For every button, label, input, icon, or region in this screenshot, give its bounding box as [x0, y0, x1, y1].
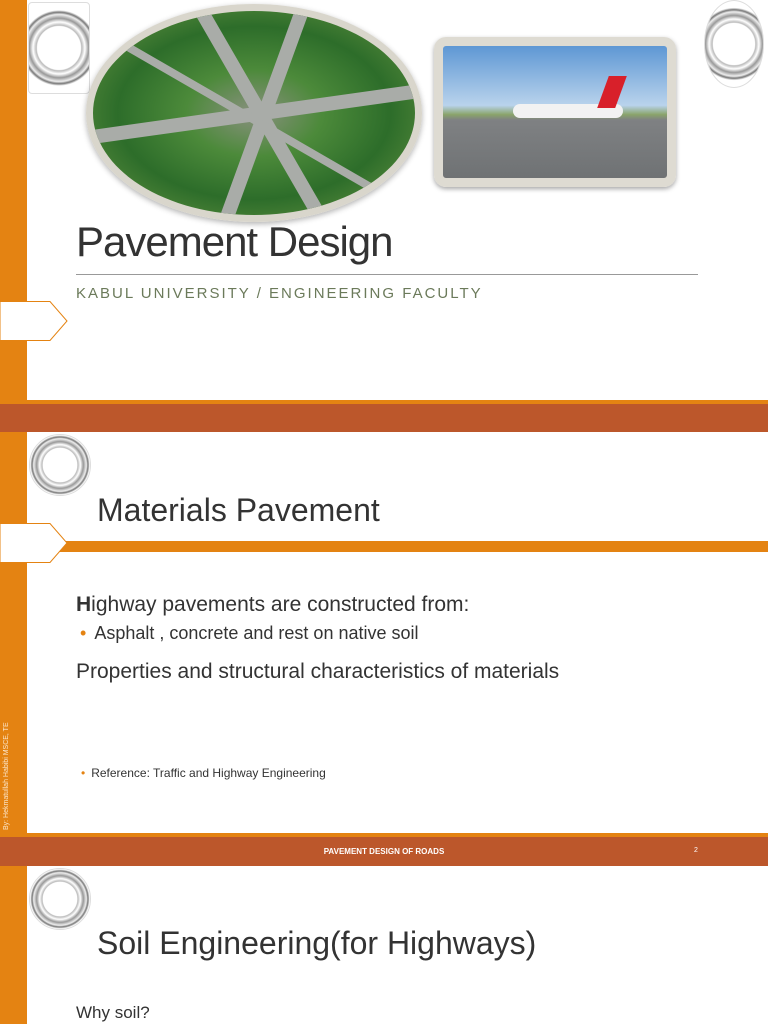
engineering-faculty-logo [29, 868, 91, 930]
author-credit: By: Hekmatullah Habibi MSCE, TE [3, 722, 10, 830]
slide-2-footer-band: PAVEMENT DESIGN OF ROADS 2 [0, 833, 768, 866]
engineering-faculty-logo [28, 2, 90, 94]
drop-letter: H [76, 593, 92, 616]
presentation-title: Pavement Design [76, 218, 394, 265]
page-number: 2 [694, 847, 698, 854]
content-paragraph: Properties and structural characteristic… [76, 660, 560, 683]
slide-1: Pavement Design KABUL UNIVERSITY / ENGIN… [0, 0, 768, 400]
bullet-item: • Asphalt , concrete and rest on native s… [80, 623, 419, 644]
title-underline [27, 541, 768, 552]
slide-2: Materials Pavement Highway pavements are… [0, 432, 768, 836]
paragraph-text: ighway pavements are constructed from: [91, 593, 470, 616]
content-paragraph: Highway pavements are constructed from: [76, 593, 469, 617]
reference-text: Reference: Traffic and Highway Engineeri… [91, 766, 326, 780]
accent-bar [0, 866, 27, 1024]
title-divider [76, 274, 698, 275]
pentagon-marker [0, 523, 68, 563]
kabul-university-seal [704, 0, 764, 88]
engineering-faculty-logo [29, 434, 91, 496]
content-paragraph: Why soil? [76, 1003, 150, 1022]
pentagon-marker [0, 301, 68, 341]
bullet-text: Asphalt , concrete and rest on native so… [94, 623, 419, 643]
highway-interchange-image [86, 4, 422, 222]
presentation-subtitle: KABUL UNIVERSITY / ENGINEERING FACULTY [76, 285, 483, 302]
slide-1-footer-band [0, 400, 768, 432]
reference-item: • Reference: Traffic and Highway Engineer… [81, 766, 326, 780]
slide-title: Materials Pavement [97, 492, 380, 528]
footer-text: PAVEMENT DESIGN OF ROADS [323, 847, 445, 856]
bullet-icon: • [81, 766, 86, 780]
slide-3: Soil Engineering(for Highways) Why soil? [0, 866, 768, 1024]
bullet-icon: • [80, 623, 87, 643]
slide-title: Soil Engineering(for Highways) [97, 925, 537, 961]
airplane-runway-image [434, 37, 676, 187]
